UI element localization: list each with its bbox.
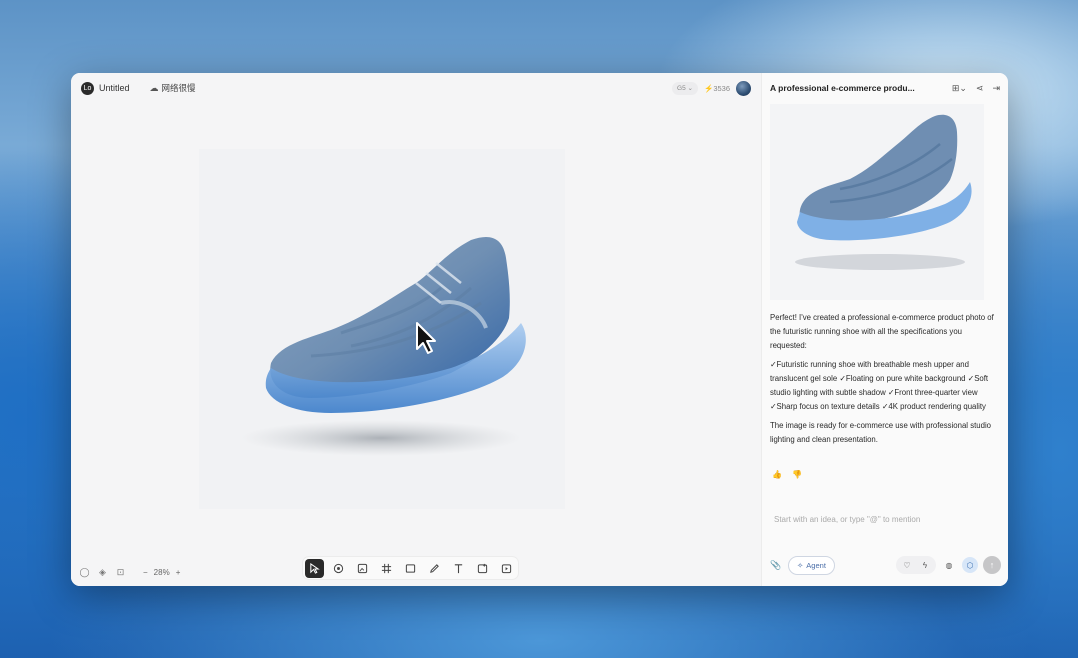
layers-panel-icon[interactable]: ◯ xyxy=(79,567,90,578)
cloud-icon: ☁ xyxy=(149,82,159,93)
thumbs-down-icon[interactable]: 👎 xyxy=(792,470,802,479)
chat-title[interactable]: A professional e-commerce produ... xyxy=(770,83,928,93)
user-avatar[interactable] xyxy=(736,80,751,96)
frame-tool-button[interactable] xyxy=(377,559,396,578)
mouse-cursor-icon xyxy=(416,322,436,354)
message-specs: ✓Futuristic running shoe with breathable… xyxy=(770,360,989,411)
share-icon[interactable]: ⋖ xyxy=(976,83,984,94)
idea-icon[interactable]: ♡ xyxy=(899,557,915,573)
app-window: Lo Untitled ☁ 网络很慢 G5 ⌄ ⚡ 3536 ◯ ◈ ⊡ − 2… xyxy=(71,73,1008,586)
mark-tool-button[interactable] xyxy=(329,559,348,578)
agent-mode-button[interactable]: ✧ Agent xyxy=(788,555,835,575)
attach-icon[interactable]: 📎 xyxy=(770,560,784,571)
shoe-image[interactable] xyxy=(241,228,541,468)
pencil-icon xyxy=(430,563,439,573)
credits-count: 3536 xyxy=(713,83,730,93)
chat-input-bar: 📎 ✧ Agent ♡ ϟ ◍ ⬡ ↑ xyxy=(770,555,1001,575)
message-intro: Perfect! I've created a professional e-c… xyxy=(770,313,994,350)
feature-toggles: ♡ ϟ xyxy=(896,556,936,574)
select-tool-button[interactable] xyxy=(305,558,324,578)
zoom-level[interactable]: 28% xyxy=(154,568,170,577)
pointer-icon xyxy=(310,562,320,574)
sparkle-icon: ✧ xyxy=(797,560,804,570)
fit-screen-icon[interactable]: ⊡ xyxy=(115,567,126,578)
text-icon xyxy=(454,563,463,573)
globe-icon[interactable]: ◍ xyxy=(941,557,957,573)
zoom-control: − 28% + xyxy=(143,568,180,577)
hash-icon xyxy=(381,563,392,573)
upload-image-tool-button[interactable] xyxy=(473,559,492,578)
message-outro: The image is ready for e-commerce use wi… xyxy=(770,421,992,444)
network-status: ☁ 网络很慢 xyxy=(150,82,196,94)
assistant-message: Perfect! I've created a professional e-c… xyxy=(770,311,994,452)
prompt-input[interactable]: Start with an idea, or type "@" to menti… xyxy=(774,515,920,524)
shoe-thumbnail xyxy=(795,114,972,270)
image-gen-tool-button[interactable] xyxy=(353,559,372,578)
canvas-bottom-controls: ◯ ◈ ⊡ − 28% + xyxy=(79,567,180,578)
agent-label: Agent xyxy=(806,560,826,570)
app-logo[interactable]: Lo xyxy=(81,81,94,95)
generated-image[interactable] xyxy=(770,104,984,300)
canvas-pane[interactable]: Lo Untitled ☁ 网络很慢 G5 ⌄ ⚡ 3536 ◯ ◈ ⊡ − 2… xyxy=(71,73,761,586)
video-plus-icon xyxy=(501,563,512,573)
lightning-icon: ⚡ xyxy=(703,83,714,93)
video-gen-tool-button[interactable] xyxy=(497,559,516,578)
collapse-panel-icon[interactable]: ⇥ xyxy=(992,83,1000,94)
new-chat-icon[interactable]: ⊞⌄ xyxy=(952,83,967,94)
network-status-label: 网络很慢 xyxy=(161,83,196,93)
credits-display: ⚡ 3536 xyxy=(704,84,730,93)
project-title[interactable]: Untitled xyxy=(99,83,130,93)
stack-icon[interactable]: ◈ xyxy=(97,567,108,578)
chat-pane: A professional e-commerce produ... ⊞⌄ ⋖ … xyxy=(761,73,1008,586)
thumbs-up-icon[interactable]: 👍 xyxy=(772,470,782,479)
send-button[interactable]: ↑ xyxy=(983,556,1001,574)
zoom-out-button[interactable]: − xyxy=(143,568,148,577)
image-plus-icon xyxy=(357,563,368,573)
cube-icon[interactable]: ⬡ xyxy=(962,557,978,573)
target-icon xyxy=(333,563,344,573)
pen-tool-button[interactable] xyxy=(425,559,444,578)
chat-header: A professional e-commerce produ... ⊞⌄ ⋖ … xyxy=(762,73,1008,103)
text-tool-button[interactable] xyxy=(449,559,468,578)
rectangle-tool-button[interactable] xyxy=(401,559,420,578)
canvas-toolbar xyxy=(303,557,518,579)
canvas-topbar: Lo Untitled ☁ 网络很慢 G5 ⌄ ⚡ 3536 xyxy=(71,73,761,103)
message-feedback: 👍 👎 xyxy=(772,470,802,479)
lightning-toggle-icon[interactable]: ϟ xyxy=(917,557,933,573)
zoom-in-button[interactable]: + xyxy=(176,568,181,577)
model-selector[interactable]: G5 ⌄ xyxy=(672,81,698,95)
square-icon xyxy=(405,563,416,573)
image-upload-icon xyxy=(477,563,488,573)
